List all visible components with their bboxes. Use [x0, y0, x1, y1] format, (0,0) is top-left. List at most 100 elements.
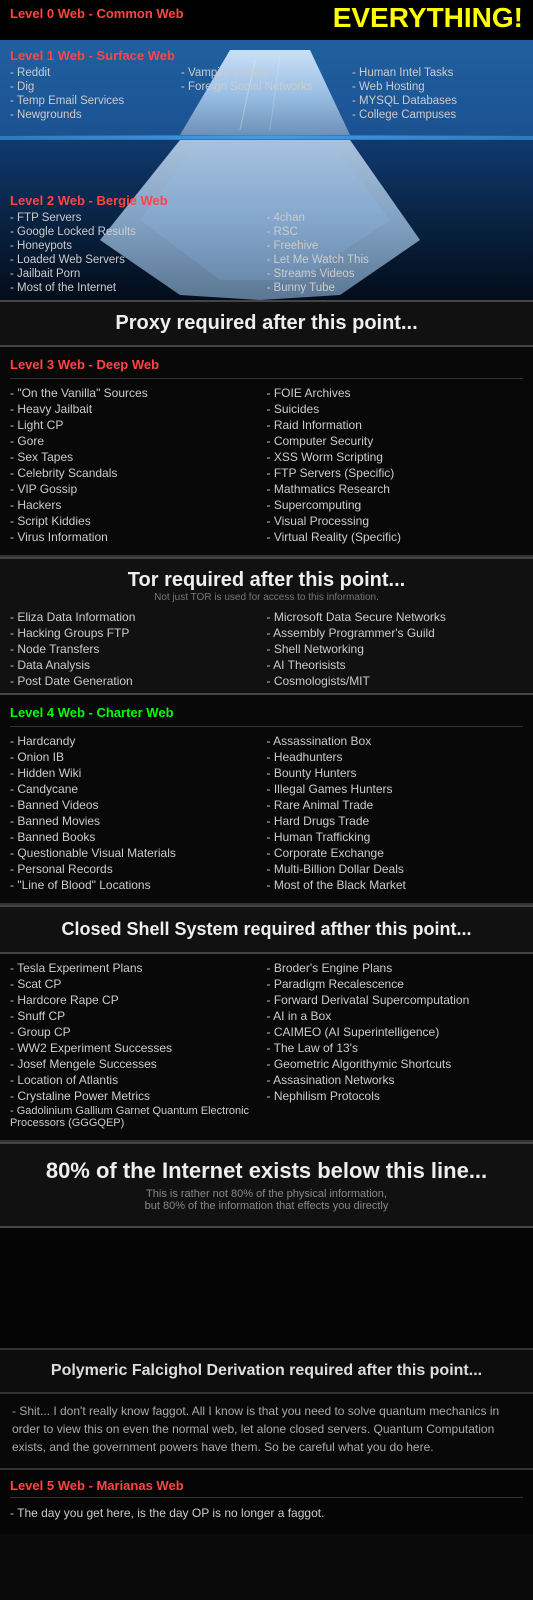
polymeric-title: Polymeric Falcighol Derivation required …	[10, 1362, 523, 1380]
water-surface	[0, 135, 533, 139]
list-item: - Tesla Experiment Plans	[10, 960, 267, 976]
l2-item: - Let Me Watch This	[267, 253, 524, 267]
void-section	[0, 1228, 533, 1348]
level2-items: - FTP Servers - Google Locked Results - …	[10, 211, 523, 295]
level1-header: Level 1 Web - Surface Web	[10, 48, 523, 63]
page: Level 0 Web - Common Web EVERYTHING!	[0, 0, 533, 1534]
list-item: - Node Transfers	[10, 641, 267, 657]
list-item: - Personal Records	[10, 861, 267, 877]
l1-item: - Newgrounds	[10, 108, 181, 122]
everything-label: EVERYTHING!	[333, 2, 523, 34]
l2-item: - Jailbait Porn	[10, 267, 267, 281]
list-item: - Forward Derivatal Supercomputation	[267, 992, 524, 1008]
l2-item: - Streams Videos	[267, 267, 524, 281]
polymeric-section: - Shit... I don't really know faggot. Al…	[0, 1394, 533, 1470]
l1-item: - Vampire Freaks	[181, 66, 352, 80]
iceberg-visual: Level 1 Web - Surface Web - Reddit - Dig…	[0, 40, 533, 300]
list-item: - Virtual Reality (Specific)	[267, 529, 524, 545]
tor-col2: - Microsoft Data Secure Networks - Assem…	[267, 609, 524, 689]
closed-shell-section: - Tesla Experiment Plans - Scat CP - Har…	[0, 954, 533, 1142]
l1-item: - Temp Email Services	[10, 94, 181, 108]
list-item: - "Line of Blood" Locations	[10, 877, 267, 893]
list-item: - Gore	[10, 433, 267, 449]
level2-col1: - FTP Servers - Google Locked Results - …	[10, 211, 267, 295]
eighty-separator: 80% of the Internet exists below this li…	[0, 1142, 533, 1228]
list-item: - XSS Worm Scripting	[267, 449, 524, 465]
list-item: - Banned Videos	[10, 797, 267, 813]
list-item: - Data Analysis	[10, 657, 267, 673]
list-item: - WW2 Experiment Successes	[10, 1040, 267, 1056]
level2-header: Level 2 Web - Bergie Web	[10, 193, 523, 208]
l2-item: - Most of the Internet	[10, 281, 267, 295]
level1-col3: - Human Intel Tasks - Web Hosting - MYSQ…	[352, 66, 523, 122]
l1-item: - College Campuses	[352, 108, 523, 122]
list-item: - Gadolinium Gallium Garnet Quantum Elec…	[10, 1104, 267, 1130]
polymeric-separator: Polymeric Falcighol Derivation required …	[0, 1348, 533, 1394]
tor-two-col: - Eliza Data Information - Hacking Group…	[10, 609, 523, 689]
list-item: - Virus Information	[10, 529, 267, 545]
list-item: - Assasination Networks	[267, 1072, 524, 1088]
list-item: - Group CP	[10, 1024, 267, 1040]
closed-shell-separator: Closed Shell System required afther this…	[0, 905, 533, 954]
list-item: - Hardcandy	[10, 733, 267, 749]
list-item: - Hacking Groups FTP	[10, 625, 267, 641]
level1-items: - Reddit - Dig - Temp Email Services - N…	[10, 66, 523, 122]
level5-section: Level 5 Web - Marianas Web - The day you…	[0, 1470, 533, 1534]
list-item: - Mathmatics Research	[267, 481, 524, 497]
list-item: - Post Date Generation	[10, 673, 267, 689]
list-item: - AI Theorisists	[267, 657, 524, 673]
list-item: - "On the Vanilla" Sources	[10, 385, 267, 401]
list-item: - Cosmologists/MIT	[267, 673, 524, 689]
list-item: - Sex Tapes	[10, 449, 267, 465]
list-item: - Hard Drugs Trade	[267, 813, 524, 829]
list-item: - Candycane	[10, 781, 267, 797]
level4-section: Level 4 Web - Charter Web - Hardcandy - …	[0, 695, 533, 905]
l1-item: - Foreign Social Networks	[181, 80, 352, 94]
list-item: - Shell Networking	[267, 641, 524, 657]
closed-shell-title: Closed Shell System required afther this…	[10, 919, 523, 940]
level4-header: Level 4 Web - Charter Web	[10, 701, 523, 727]
level3-col2: - FOIE Archives - Suicides - Raid Inform…	[267, 385, 524, 545]
list-item: - Script Kiddies	[10, 513, 267, 529]
l1-item: - Human Intel Tasks	[352, 66, 523, 80]
list-item: - Onion IB	[10, 749, 267, 765]
list-item: - FTP Servers (Specific)	[267, 465, 524, 481]
closed-shell-items: - Tesla Experiment Plans - Scat CP - Har…	[10, 960, 523, 1130]
l2-item: - Loaded Web Servers	[10, 253, 267, 267]
list-item: - Corporate Exchange	[267, 845, 524, 861]
list-item: - VIP Gossip	[10, 481, 267, 497]
closed-shell-col2: - Broder's Engine Plans - Paradigm Recal…	[267, 960, 524, 1130]
level0-label: Level 0 Web - Common Web	[10, 6, 184, 21]
list-item: - Supercomputing	[267, 497, 524, 513]
level1-overlay: Level 1 Web - Surface Web - Reddit - Dig…	[0, 48, 533, 122]
list-item: - Location of Atlantis	[10, 1072, 267, 1088]
level4-col1: - Hardcandy - Onion IB - Hidden Wiki - C…	[10, 733, 267, 893]
list-item: - Josef Mengele Successes	[10, 1056, 267, 1072]
list-item: - Eliza Data Information	[10, 609, 267, 625]
list-item: - Nephilism Protocols	[267, 1088, 524, 1104]
level4-items: - Hardcandy - Onion IB - Hidden Wiki - C…	[10, 733, 523, 893]
list-item: - Illegal Games Hunters	[267, 781, 524, 797]
level1-col1: - Reddit - Dig - Temp Email Services - N…	[10, 66, 181, 122]
level3-items: - "On the Vanilla" Sources - Heavy Jailb…	[10, 385, 523, 545]
list-item: - Multi-Billion Dollar Deals	[267, 861, 524, 877]
tor-title: Tor required after this point...	[10, 569, 523, 592]
eighty-subtitle: This is rather not 80% of the physical i…	[10, 1188, 523, 1212]
list-item: - Human Trafficking	[267, 829, 524, 845]
l1-item: - MYSQL Databases	[352, 94, 523, 108]
list-item: - AI in a Box	[267, 1008, 524, 1024]
list-item: - Computer Security	[267, 433, 524, 449]
proxy-separator: Proxy required after this point...	[0, 300, 533, 347]
tor-subtitle: Not just TOR is used for access to this …	[10, 592, 523, 603]
list-item: - Bounty Hunters	[267, 765, 524, 781]
list-item: - Headhunters	[267, 749, 524, 765]
list-item: - Paradigm Recalescence	[267, 976, 524, 992]
list-item: - CAIMEO (AI Superintelligence)	[267, 1024, 524, 1040]
level3-col1: - "On the Vanilla" Sources - Heavy Jailb…	[10, 385, 267, 545]
level1-col2: - Vampire Freaks - Foreign Social Networ…	[181, 66, 352, 122]
list-item: - Banned Movies	[10, 813, 267, 829]
list-item: - Scat CP	[10, 976, 267, 992]
polymeric-text: - Shit... I don't really know faggot. Al…	[12, 1402, 521, 1456]
list-item: - Hidden Wiki	[10, 765, 267, 781]
list-item: - Assassination Box	[267, 733, 524, 749]
